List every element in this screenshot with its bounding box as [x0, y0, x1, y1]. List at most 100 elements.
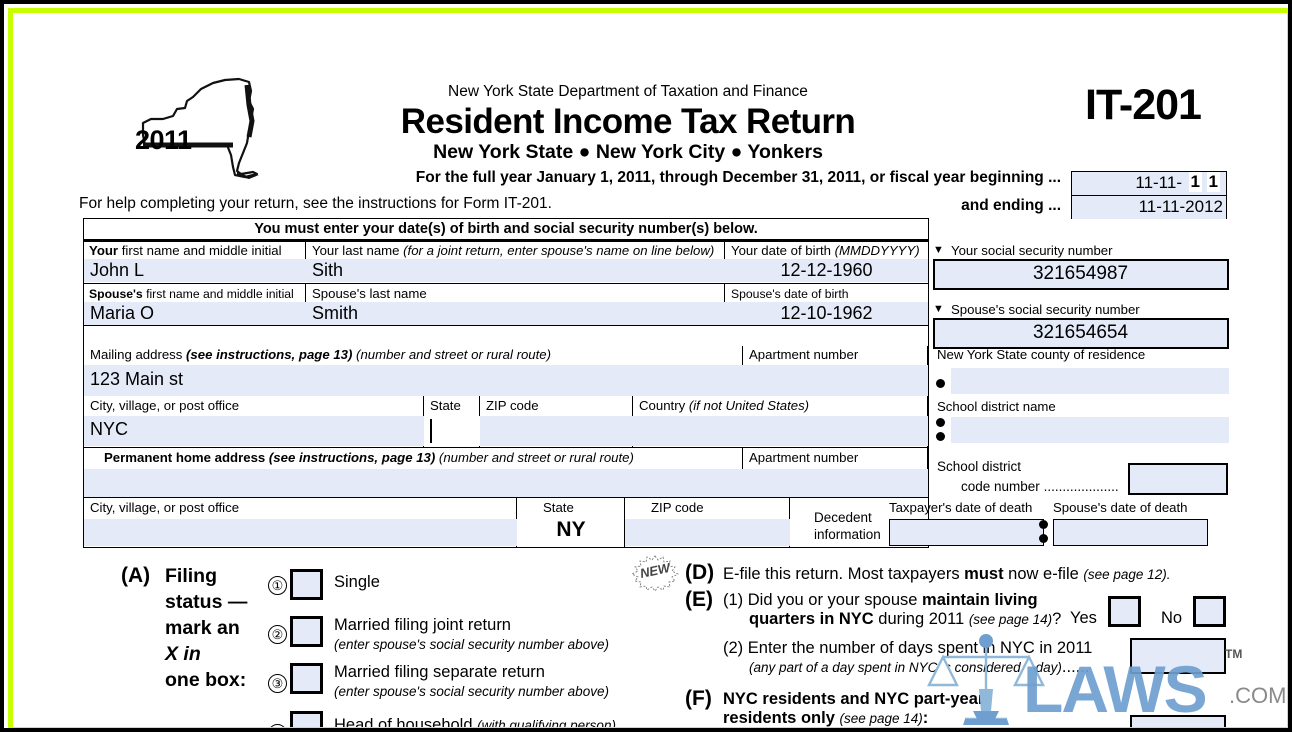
option-3-sub: (enter spouse's social security number a… [334, 684, 609, 699]
mailing-city-cell[interactable]: City, village, or post office NYC [84, 396, 424, 447]
filing-status-heading-4: X in [165, 642, 201, 665]
county-field[interactable] [951, 368, 1229, 394]
taxpayer-name-row: Your first name and middle initial John … [84, 242, 928, 284]
section-e-yes-checkbox[interactable] [1108, 596, 1141, 627]
your-ssn-value: 321654987 [1032, 263, 1129, 284]
school-code-label-line2: code number [961, 479, 1040, 495]
mailing-country-label-italic: (if not United States) [688, 398, 810, 413]
spouse-dod-field[interactable] [1053, 519, 1208, 546]
section-d-text-a: E-file this return. Most taxpayers [723, 565, 965, 583]
permanent-city-label: City, village, or post office [90, 500, 240, 515]
section-e-q1-line2-italic: (see page 14) [968, 612, 1053, 627]
spouse-last-name-cell[interactable]: Spouse's last name Smith [306, 284, 725, 325]
section-e-q2-number: (2) [723, 639, 744, 657]
section-e-q2-line2-italic: (any part of a day spent in NYC is consi… [749, 660, 1062, 675]
your-first-name-cell[interactable]: Your first name and middle initial John … [84, 242, 306, 282]
filing-status-checkbox-1[interactable] [290, 569, 323, 600]
section-f-months-field[interactable] [1130, 715, 1226, 727]
section-a-letter: (A) [121, 564, 151, 587]
permanent-apartment-label: Apartment number [749, 450, 859, 465]
your-ssn-field[interactable]: 321654987 [933, 259, 1229, 290]
mailing-apartment-label: Apartment number [749, 347, 859, 362]
option-2-label: Married filing joint return [334, 616, 511, 634]
option-4-number: ④ [268, 724, 287, 727]
school-district-name-block: School district name [933, 398, 1233, 446]
permanent-zip-cell[interactable]: ZIP code [625, 498, 790, 547]
section-e-letter: (E) [685, 588, 713, 611]
mailing-street-cell[interactable]: Mailing address (see instructions, page … [84, 346, 743, 396]
filing-status-heading-2: status — [165, 590, 248, 613]
permanent-apartment-cell[interactable]: Apartment number [743, 448, 928, 497]
spouse-dob-cell[interactable]: Spouse's date of birth (MMDDYYYY) 12-10-… [725, 284, 928, 325]
caret-down-icon: ▼ [933, 303, 944, 315]
and-ending-label: and ending ... [961, 197, 1061, 214]
filing-status-heading-3: mark an [165, 616, 240, 639]
school-district-code-field[interactable] [1128, 463, 1228, 495]
permanent-city-cell[interactable]: City, village, or post office [84, 498, 517, 547]
spouse-first-name-label-rest: first name and middle initial [142, 287, 294, 301]
option-3-number: ③ [268, 674, 287, 693]
filing-status-checkbox-4[interactable] [290, 711, 323, 727]
your-last-name-value: Sith [312, 260, 344, 280]
school-district-name-field[interactable] [951, 417, 1229, 443]
your-first-name-label-rest: first name and middle initial [118, 243, 282, 258]
permanent-state-cell[interactable]: State NY [517, 498, 625, 547]
section-e-q1-line1-bold: maintain living [922, 591, 1038, 609]
year-logo-text: 2011 [135, 125, 192, 155]
section-e-q2-line1: Enter the number of days spent in NYC in… [747, 639, 1093, 657]
mailing-zip-label: ZIP code [486, 398, 539, 413]
form-subtitle: New York State ● New York City ● Yonkers [433, 141, 823, 163]
section-e-q1-line2-bold: quarters in NYC [749, 610, 874, 628]
filing-status-checkbox-3[interactable] [290, 663, 323, 694]
fiscal-begin-digit-1: 1 [1188, 172, 1202, 192]
mailing-city-label: City, village, or post office [90, 398, 240, 413]
your-dob-label-format: (MMDDYYYY) [834, 243, 920, 258]
spouse-dob-value: 12-10-1962 [780, 303, 873, 323]
spouse-dob-label: Spouse's date of birth [731, 287, 849, 301]
page-title: Resident Income Tax Return [400, 102, 856, 141]
school-district-name-label: School district name [937, 399, 1056, 414]
filing-status-heading: Filing status — mark an X in one box: [165, 564, 275, 694]
section-f-letter: (F) [685, 687, 712, 710]
section-d-text-bold: must [964, 565, 1004, 583]
permanent-state-value: NY [556, 518, 586, 541]
mailing-zip-cell[interactable]: ZIP code [480, 396, 633, 447]
section-d-text-b: now e-file [1003, 565, 1084, 583]
fiscal-end-value: 11-11-2012 [1138, 197, 1223, 216]
tax-form-sheet: 2011 New York State Department of Taxati… [13, 13, 1287, 727]
spouse-last-name-value: Smith [312, 303, 359, 323]
spouse-last-name-label: Spouse's last name [312, 286, 427, 301]
filing-status-checkbox-2[interactable] [290, 616, 323, 647]
your-first-name-value: John L [90, 260, 145, 280]
your-ssn-block: ▼ Your social security number 321654987 [933, 242, 1233, 290]
school-code-dots: .................... [1043, 479, 1119, 495]
mailing-state-cell[interactable]: State [424, 396, 480, 447]
dod-bullet-icon-2 [1039, 534, 1048, 543]
mailing-city-row: City, village, or post office NYC State … [84, 396, 928, 448]
mailing-apartment-cell[interactable]: Apartment number [743, 346, 928, 396]
option-4-sub: (with qualifying person) [477, 718, 616, 727]
school-bullet-icon-2 [936, 432, 945, 441]
option-4-label: Head of household (with qualifying perso… [334, 716, 616, 727]
section-e-no-checkbox[interactable] [1193, 596, 1226, 627]
your-ssn-label: Your social security number [951, 243, 1113, 258]
spouse-first-name-value: Maria O [90, 303, 155, 323]
your-dob-cell[interactable]: Your date of birth (MMDDYYYY) 12-12-1960 [725, 242, 928, 282]
option-3-label: Married filing separate return [334, 663, 545, 681]
section-e-days-field[interactable] [1130, 638, 1226, 674]
watermark-tld: .COM [1229, 683, 1287, 708]
permanent-address-row: Permanent home address (see instructions… [84, 448, 928, 498]
fiscal-end-field[interactable]: 11-11-2012 [1072, 196, 1226, 219]
spouse-first-name-cell[interactable]: Spouse's first name and middle initial M… [84, 284, 306, 325]
your-last-name-label: Your last name [312, 243, 400, 258]
fiscal-begin-digit-2: 1 [1206, 172, 1220, 192]
fiscal-begin-field[interactable]: 11-11- 1 1 [1072, 172, 1226, 196]
mailing-country-cell[interactable]: Country (if not United States) [633, 396, 928, 447]
option-1-number: ① [268, 576, 287, 595]
section-e-no-label: No [1161, 609, 1183, 627]
mailing-state-label: State [430, 398, 461, 413]
taxpayer-dod-field[interactable] [889, 519, 1044, 546]
spouse-ssn-field[interactable]: 321654654 [933, 318, 1229, 349]
your-last-name-cell[interactable]: Your last name (for a joint return, ente… [306, 242, 725, 282]
permanent-street-cell[interactable]: Permanent home address (see instructions… [84, 448, 743, 497]
